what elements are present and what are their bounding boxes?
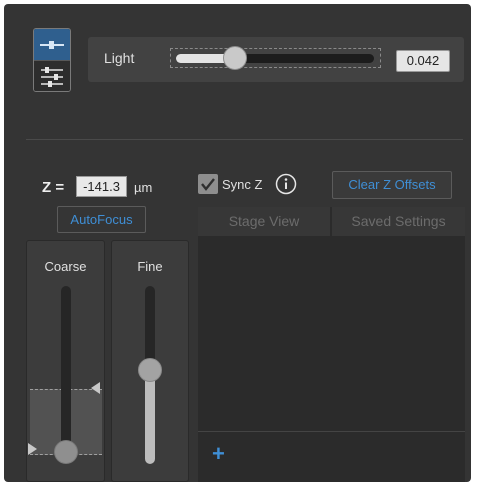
coarse-slider-thumb[interactable] — [54, 440, 78, 464]
fine-slider-thumb[interactable] — [138, 358, 162, 382]
sync-z-label: Sync Z — [222, 177, 263, 192]
add-setting-button[interactable]: + — [212, 443, 225, 465]
light-value-field[interactable]: 0.042 — [396, 50, 450, 72]
coarse-slider-panel: Coarse — [26, 240, 105, 482]
info-icon[interactable] — [275, 173, 297, 195]
multi-slider-mode-button[interactable] — [34, 60, 70, 91]
section-divider — [26, 139, 463, 140]
light-control: Light 0.042 — [88, 37, 464, 82]
coarse-slider-track[interactable] — [61, 286, 71, 464]
light-label: Light — [104, 50, 135, 66]
range-lower-marker-icon[interactable] — [28, 443, 37, 455]
single-slider-mode-button[interactable] — [34, 29, 70, 60]
range-upper-marker-icon[interactable] — [91, 382, 100, 394]
z-control-panel: Light 0.042 Z = -141.3 µm AutoFocus Sync… — [4, 4, 471, 482]
add-bar-divider — [198, 431, 465, 432]
sync-z-checkbox[interactable] — [198, 174, 218, 194]
z-label: Z = — [42, 179, 65, 196]
clear-z-offsets-button[interactable]: Clear Z Offsets — [332, 171, 452, 199]
z-unit-label: µm — [134, 180, 153, 195]
light-slider[interactable] — [176, 46, 374, 70]
fine-slider-fill — [145, 370, 155, 464]
slider-single-icon — [40, 41, 64, 49]
fine-label: Fine — [137, 259, 163, 274]
tab-stage-view[interactable]: Stage View — [198, 207, 330, 236]
fine-slider-panel: Fine — [111, 240, 189, 482]
coarse-label: Coarse — [44, 259, 87, 274]
sliders-multi-icon — [41, 67, 63, 87]
tab-saved-settings[interactable]: Saved Settings — [332, 207, 465, 236]
view-mode-toggle[interactable] — [33, 28, 71, 92]
autofocus-button[interactable]: AutoFocus — [57, 206, 146, 233]
check-icon — [201, 178, 215, 191]
light-slider-thumb[interactable] — [223, 46, 247, 70]
stage-view-panel: Stage View Saved Settings + — [198, 207, 465, 482]
z-position-field[interactable]: -141.3 — [76, 176, 127, 197]
